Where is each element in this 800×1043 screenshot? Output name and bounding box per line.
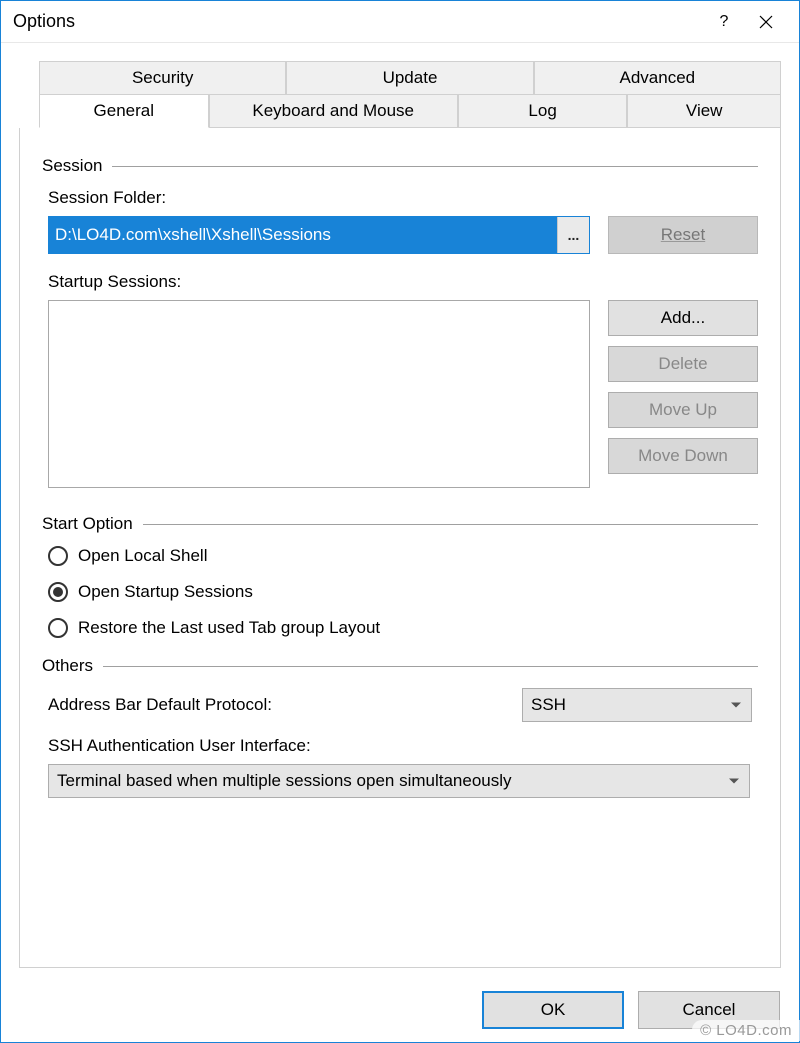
startup-sessions-list[interactable] [48, 300, 590, 488]
tab-log[interactable]: Log [458, 94, 628, 128]
section-title-session: Session [42, 156, 102, 176]
radio-icon [48, 546, 68, 566]
tab-update[interactable]: Update [286, 61, 533, 94]
titlebar: Options ? [1, 1, 799, 43]
ssh-auth-value: Terminal based when multiple sessions op… [57, 771, 512, 791]
close-icon [759, 15, 773, 29]
tab-general[interactable]: General [39, 94, 209, 128]
section-start-option: Start Option Open Local Shell Open Start… [42, 514, 758, 638]
session-folder-field: ... [48, 216, 590, 254]
chevron-down-icon [731, 703, 741, 708]
radio-label: Restore the Last used Tab group Layout [78, 618, 380, 638]
reset-button[interactable]: Reset [608, 216, 758, 254]
radio-label: Open Local Shell [78, 546, 207, 566]
help-button[interactable]: ? [703, 6, 745, 38]
radio-icon [48, 618, 68, 638]
browse-button[interactable]: ... [557, 217, 589, 253]
section-session: Session Session Folder: ... Reset Startu… [42, 156, 758, 488]
tab-keyboard-mouse[interactable]: Keyboard and Mouse [209, 94, 458, 128]
section-title-start-option: Start Option [42, 514, 133, 534]
move-down-button: Move Down [608, 438, 758, 474]
divider [143, 524, 758, 525]
tab-advanced[interactable]: Advanced [534, 61, 781, 94]
section-title-others: Others [42, 656, 93, 676]
watermark: © LO4D.com [692, 1020, 800, 1041]
window-title: Options [13, 11, 703, 32]
radio-label: Open Startup Sessions [78, 582, 253, 602]
divider [112, 166, 758, 167]
ok-button[interactable]: OK [482, 991, 624, 1029]
tabs: Security Update Advanced General Keyboar… [19, 61, 781, 968]
startup-sessions-label: Startup Sessions: [48, 272, 758, 292]
ssh-auth-label: SSH Authentication User Interface: [48, 736, 758, 756]
section-others: Others Address Bar Default Protocol: SSH… [42, 656, 758, 798]
session-folder-label: Session Folder: [48, 188, 758, 208]
session-folder-input[interactable] [49, 217, 557, 253]
ssh-auth-select[interactable]: Terminal based when multiple sessions op… [48, 764, 750, 798]
tab-security[interactable]: Security [39, 61, 286, 94]
dialog-content: Security Update Advanced General Keyboar… [1, 43, 799, 976]
add-button[interactable]: Add... [608, 300, 758, 336]
tab-view[interactable]: View [627, 94, 781, 128]
chevron-down-icon [729, 779, 739, 784]
close-button[interactable] [745, 6, 787, 38]
radio-open-local-shell[interactable]: Open Local Shell [48, 546, 758, 566]
radio-icon [48, 582, 68, 602]
protocol-label: Address Bar Default Protocol: [48, 695, 272, 715]
divider [103, 666, 758, 667]
radio-open-startup-sessions[interactable]: Open Startup Sessions [48, 582, 758, 602]
protocol-value: SSH [531, 695, 566, 715]
move-up-button: Move Up [608, 392, 758, 428]
tab-panel-general: Session Session Folder: ... Reset Startu… [19, 128, 781, 968]
protocol-select[interactable]: SSH [522, 688, 752, 722]
radio-restore-last-tab-layout[interactable]: Restore the Last used Tab group Layout [48, 618, 758, 638]
delete-button: Delete [608, 346, 758, 382]
